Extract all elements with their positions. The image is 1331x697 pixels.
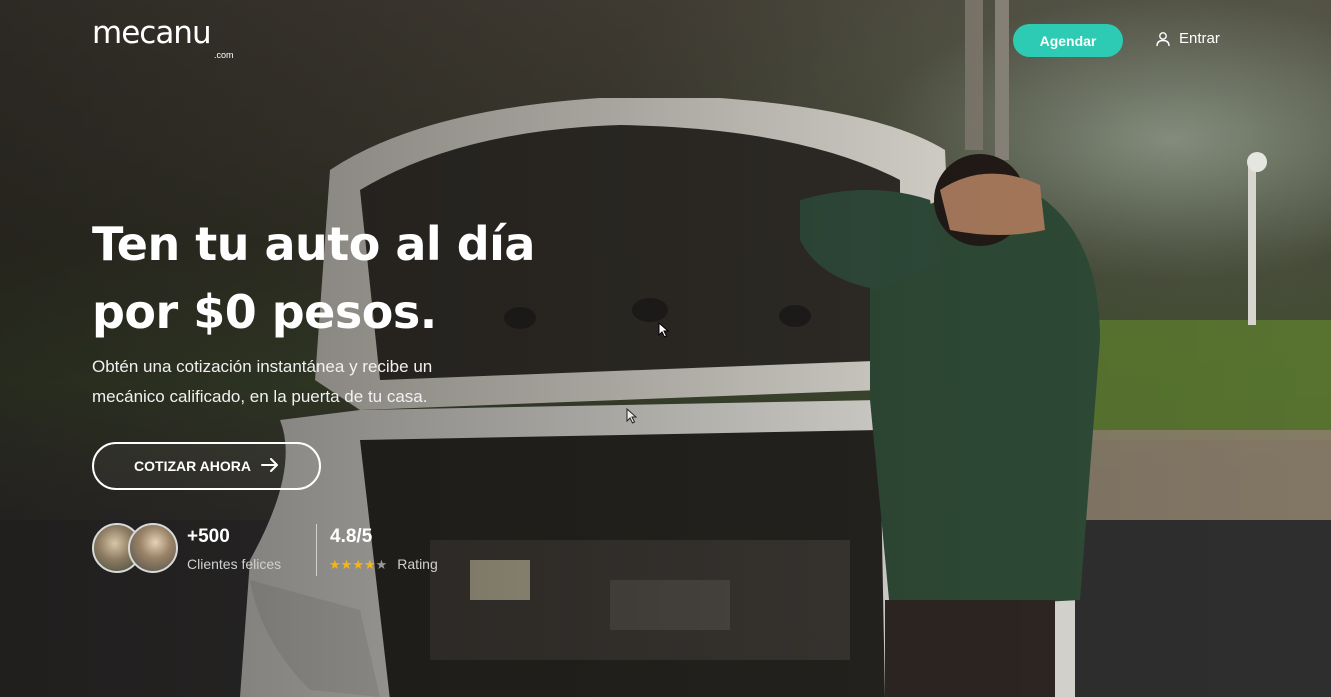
login-link[interactable]: Entrar [1155, 30, 1220, 47]
star-filled-icon: ★ [352, 557, 364, 572]
subtitle-line-1: Obtén una cotización instantánea y recib… [92, 357, 433, 376]
arrow-right-icon [260, 457, 279, 475]
star-filled-icon: ★ [329, 557, 341, 572]
star-empty-icon: ★ [375, 557, 388, 572]
logo-suffix: .com [214, 50, 234, 60]
hero-overlay [0, 0, 1331, 697]
mouse-cursor-icon [658, 322, 670, 338]
mouse-cursor-icon [626, 408, 638, 424]
subtitle-line-2: mecánico calificado, en la puerta de tu … [92, 387, 428, 406]
clients-count: +500 [187, 526, 230, 547]
client-avatars [92, 523, 184, 575]
quote-now-button[interactable]: COTIZAR AHORA [92, 442, 321, 490]
star-filled-icon: ★ [340, 557, 353, 572]
avatar [128, 523, 178, 573]
headline-line-1: Ten tu auto al día [92, 217, 535, 271]
brand-logo[interactable]: mecanu [92, 15, 212, 51]
hero-headline: Ten tu auto al día por $0 pesos. [92, 210, 612, 346]
rating-value: 4.8/5 [330, 526, 373, 547]
quote-now-label: COTIZAR AHORA [134, 458, 251, 474]
rating-row: ★★★★★ Rating [329, 556, 438, 572]
rating-label: Rating [397, 556, 438, 572]
login-label: Entrar [1179, 30, 1220, 47]
logo-text: mecanu [92, 15, 212, 51]
rating-stars: ★★★★★ [329, 556, 387, 572]
headline-line-2: por $0 pesos. [92, 285, 437, 339]
schedule-button[interactable]: Agendar [1013, 24, 1123, 57]
clients-label: Clientes felices [187, 556, 282, 572]
hero-subtitle: Obtén una cotización instantánea y recib… [92, 352, 552, 412]
hero-background [0, 0, 1331, 697]
star-filled-icon: ★ [363, 557, 376, 572]
stats-divider [316, 524, 317, 576]
user-icon [1155, 31, 1171, 47]
